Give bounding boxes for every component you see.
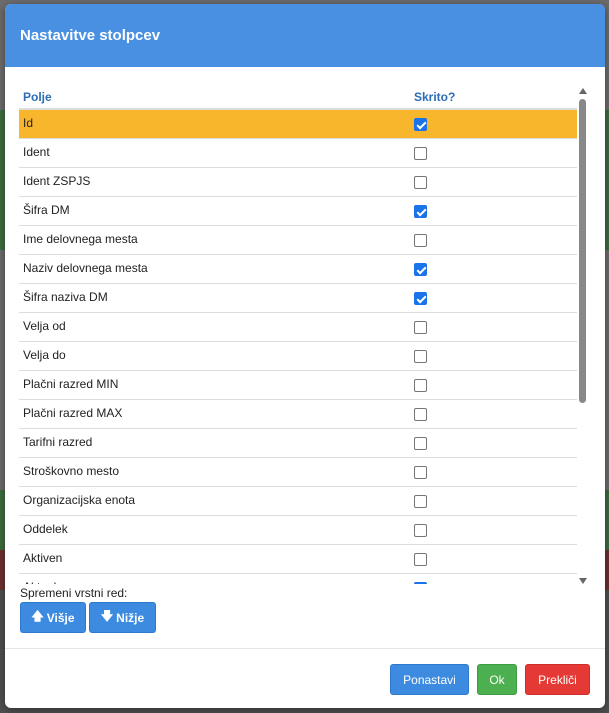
table-row[interactable]: Ident ZSPJS <box>19 168 577 197</box>
grid-body: Id Ident Ident ZSPJS Šifra DM Ime delovnega … <box>19 110 577 584</box>
reorder-label: Spremeni vrstni red: <box>20 586 128 600</box>
hidden-checkbox[interactable] <box>414 234 427 247</box>
hidden-checkbox[interactable] <box>414 524 427 537</box>
row-field-label: Velja do <box>23 348 66 362</box>
cancel-button[interactable]: Prekliči <box>525 664 590 695</box>
move-up-label: Višje <box>46 610 75 625</box>
row-field-label: Ident ZSPJS <box>23 174 91 188</box>
hidden-checkbox[interactable] <box>414 118 427 131</box>
row-field-label: Šifra naziva DM <box>23 290 108 304</box>
table-row[interactable]: Id <box>19 110 577 139</box>
table-row[interactable]: Aktualno <box>19 574 577 584</box>
row-field-label: Organizacijska enota <box>23 493 136 507</box>
hidden-checkbox[interactable] <box>414 379 427 392</box>
move-down-label: Nižje <box>116 610 145 625</box>
row-field-label: Id <box>23 116 34 130</box>
row-field-label: Stroškovno mesto <box>23 464 120 478</box>
hidden-checkbox[interactable] <box>414 408 427 421</box>
table-row[interactable]: Šifra naziva DM <box>19 284 577 313</box>
move-up-button[interactable]: 🡅 Višje <box>20 602 86 633</box>
table-row[interactable]: Plačni razred MIN <box>19 371 577 400</box>
table-row[interactable]: Velja do <box>19 342 577 371</box>
row-field-label: Aktiven <box>23 551 63 565</box>
table-row[interactable]: Velja od <box>19 313 577 342</box>
arrow-up-icon: 🡅 <box>31 609 44 623</box>
hidden-checkbox[interactable] <box>414 263 427 276</box>
move-down-button[interactable]: 🡇 Nižje <box>89 602 156 633</box>
grid-scrollbar[interactable] <box>578 88 588 584</box>
arrow-down-icon: 🡇 <box>100 609 114 623</box>
hidden-checkbox[interactable] <box>414 495 427 508</box>
row-field-label: Aktualno <box>23 580 70 584</box>
footer-divider <box>5 648 605 649</box>
table-row[interactable]: Stroškovno mesto <box>19 458 577 487</box>
table-row[interactable]: Šifra DM <box>19 197 577 226</box>
grid-header: Polje Skrito? <box>19 84 577 110</box>
ok-button[interactable]: Ok <box>477 664 517 695</box>
row-field-label: Plačni razred MAX <box>23 406 123 420</box>
table-row[interactable]: Aktiven <box>19 545 577 574</box>
row-field-label: Ime delovnega mesta <box>23 232 138 246</box>
columns-grid: Polje Skrito? Id Ident Ident ZSPJS Šifra DM… <box>19 84 577 584</box>
hidden-checkbox[interactable] <box>414 466 427 479</box>
table-row[interactable]: Tarifni razred <box>19 429 577 458</box>
hidden-checkbox[interactable] <box>414 292 427 305</box>
table-row[interactable]: Organizacijska enota <box>19 487 577 516</box>
table-row[interactable]: Ident <box>19 139 577 168</box>
row-field-label: Naziv delovnega mesta <box>23 261 148 275</box>
hidden-checkbox[interactable] <box>414 321 427 334</box>
scroll-up-icon[interactable] <box>579 88 587 94</box>
row-field-label: Šifra DM <box>23 203 70 217</box>
hidden-checkbox[interactable] <box>414 553 427 566</box>
hidden-checkbox[interactable] <box>414 582 427 584</box>
hidden-checkbox[interactable] <box>414 437 427 450</box>
hidden-checkbox[interactable] <box>414 350 427 363</box>
table-row[interactable]: Oddelek <box>19 516 577 545</box>
dialog-header: Nastavitve stolpcev <box>5 4 605 67</box>
hidden-checkbox[interactable] <box>414 205 427 218</box>
hidden-checkbox[interactable] <box>414 176 427 189</box>
table-row[interactable]: Ime delovnega mesta <box>19 226 577 255</box>
row-field-label: Velja od <box>23 319 66 333</box>
column-settings-dialog: Nastavitve stolpcev Polje Skrito? Id Iden… <box>5 4 605 708</box>
scroll-down-icon[interactable] <box>579 578 587 584</box>
row-field-label: Ident <box>23 145 50 159</box>
table-row[interactable]: Plačni razred MAX <box>19 400 577 429</box>
reset-button[interactable]: Ponastavi <box>390 664 469 695</box>
row-field-label: Oddelek <box>23 522 68 536</box>
row-field-label: Tarifni razred <box>23 435 93 449</box>
column-header-hidden[interactable]: Skrito? <box>414 90 455 104</box>
table-row[interactable]: Naziv delovnega mesta <box>19 255 577 284</box>
hidden-checkbox[interactable] <box>414 147 427 160</box>
row-field-label: Plačni razred MIN <box>23 377 119 391</box>
dialog-title: Nastavitve stolpcev <box>20 27 161 44</box>
scrollbar-thumb[interactable] <box>579 99 586 403</box>
column-header-field[interactable]: Polje <box>23 90 52 104</box>
